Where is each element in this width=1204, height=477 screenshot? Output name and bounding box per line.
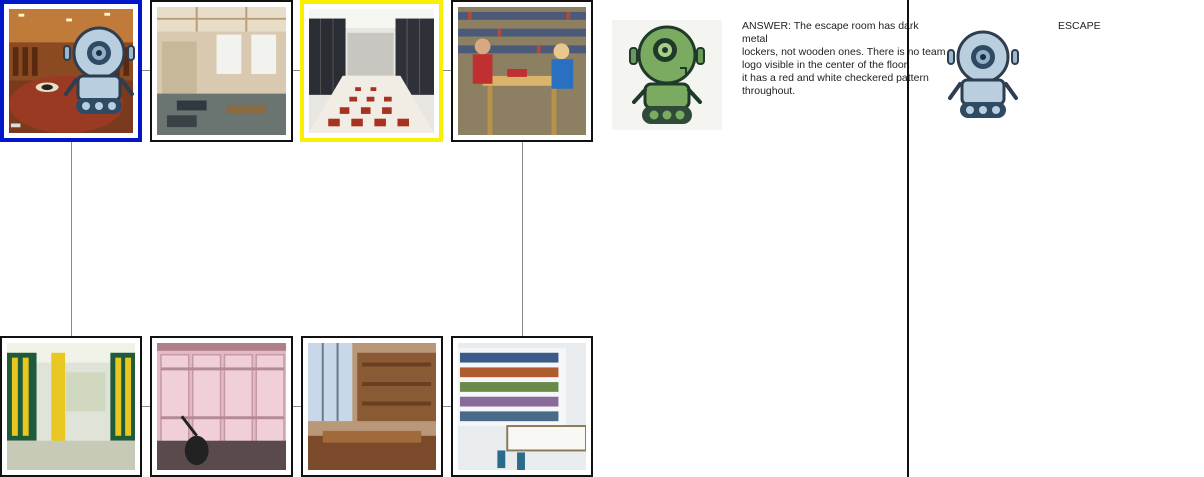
pink-lockers-image [157,343,286,470]
library-students-image [458,7,586,135]
reading-room-image [308,343,436,470]
room-library-students[interactable] [451,0,593,142]
room-yellow-locker-room[interactable] [0,336,142,477]
metal-locker-image [309,9,434,133]
room-pink-lockers[interactable] [150,336,293,477]
yellow-locker-image [7,343,135,470]
room-lounge-hall[interactable] [150,0,293,142]
lounge-hall-image [157,7,286,135]
panel-divider [907,0,909,477]
connector-left [71,141,72,338]
robot-icon-green [629,25,705,124]
room-metal-locker-checkered[interactable] [300,0,443,142]
agent-robot-icon [62,26,136,118]
library-bookshelves-image [458,343,586,470]
escape-robot-icon [946,30,1020,122]
connector-right [522,141,523,338]
guide-robot-card [612,20,722,130]
escape-label: ESCAPE [1058,20,1101,32]
room-library-bookshelves[interactable] [451,336,593,477]
room-reading-room[interactable] [301,336,443,477]
answer-text: ANSWER: The escape room has dark metal l… [742,20,946,97]
